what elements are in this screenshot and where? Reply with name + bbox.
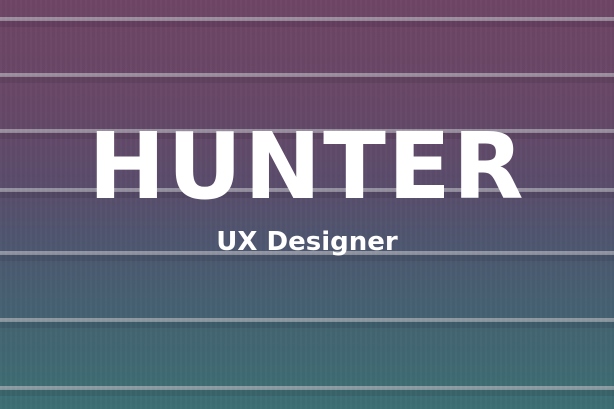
stripe-shadow [0,21,614,27]
stripe-shadow [0,77,614,83]
background-stripe [0,73,614,77]
hero-banner: HUNTER UX Designer [0,0,614,409]
background-stripe [0,17,614,21]
stripe-shadow [0,390,614,396]
background-stripe [0,318,614,322]
banner-title: HUNTER [88,113,526,220]
banner-subtitle: UX Designer [216,227,398,257]
background-stripe [0,386,614,390]
stripe-shadow [0,322,614,328]
